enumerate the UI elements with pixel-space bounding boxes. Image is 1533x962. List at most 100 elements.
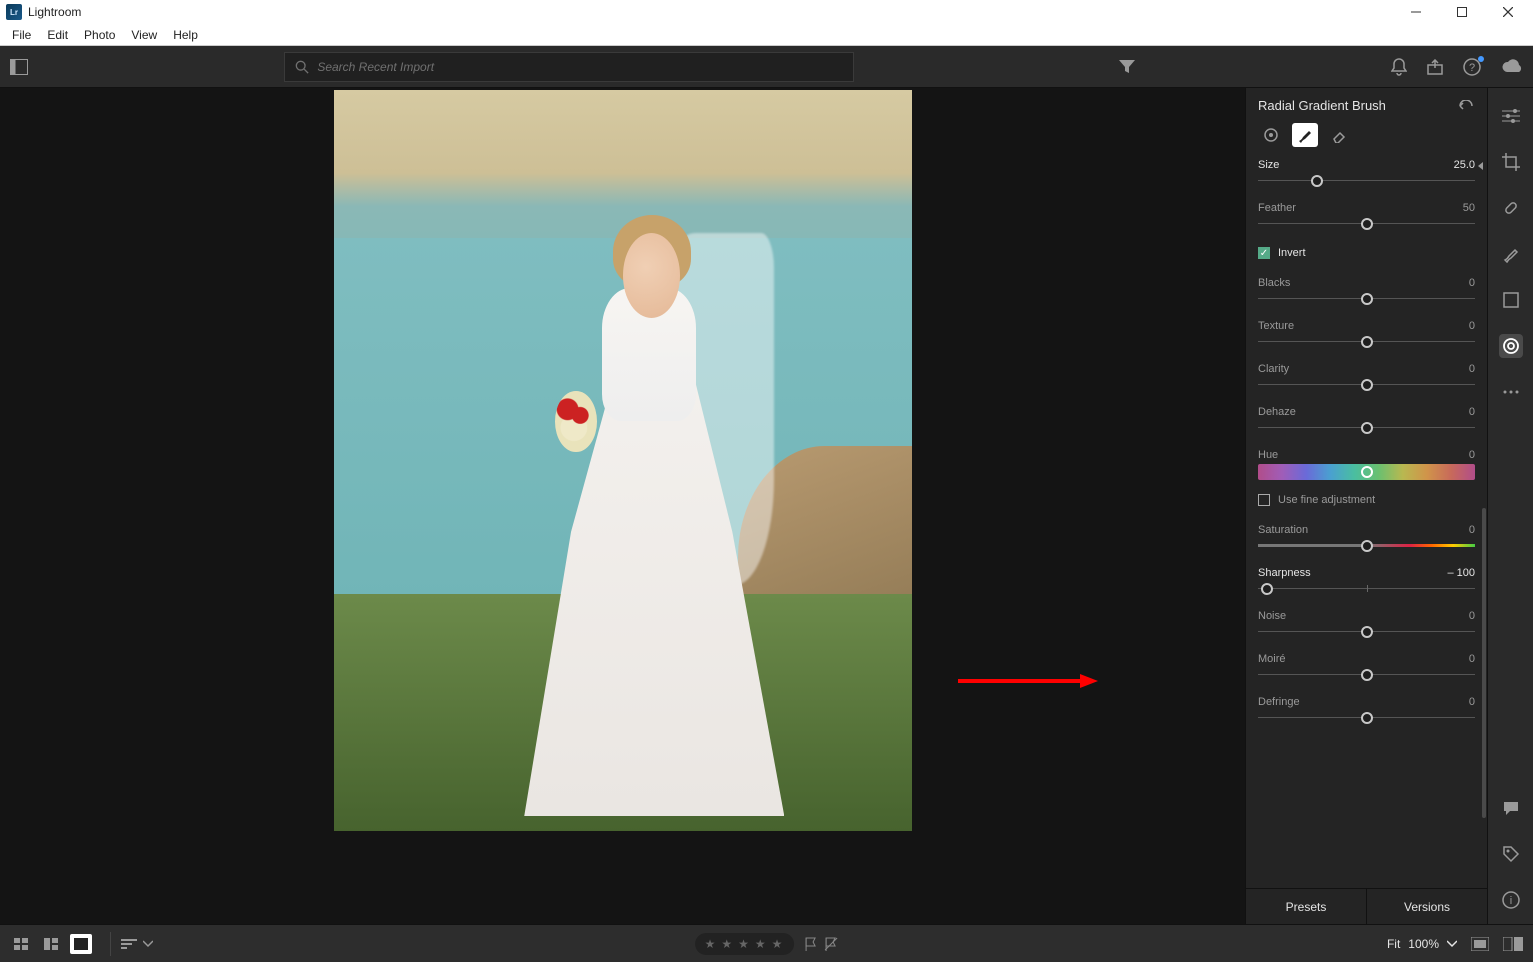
heal-icon[interactable] [1499,196,1523,220]
defringe-value: 0 [1469,696,1475,708]
star-icon[interactable]: ★ [738,937,751,951]
brush-tab-new[interactable] [1258,123,1284,147]
dehaze-value: 0 [1469,406,1475,418]
noise-label: Noise [1258,610,1286,622]
star-rating[interactable]: ★ ★ ★ ★ ★ [695,933,795,955]
cloud-icon[interactable] [1501,59,1523,75]
linear-gradient-icon[interactable] [1499,288,1523,312]
compare-view-icon[interactable] [40,934,62,954]
slider-list: Size25.0 Feather 50 ✓ Invert Blacks 0 Text… [1246,157,1487,888]
zoom-fit[interactable]: Fit [1387,937,1400,951]
slider-hue[interactable]: Hue0 [1258,449,1475,478]
feather-value: 50 [1463,202,1475,214]
invert-label: Invert [1278,247,1306,259]
title-bar: Lr Lightroom [0,0,1533,24]
search-field[interactable]: Search Recent Import [284,52,854,82]
feather-label: Feather [1258,202,1296,214]
brush-tab-brush[interactable] [1292,123,1318,147]
window-title: Lightroom [28,5,81,19]
flag-pick-icon[interactable] [804,937,818,951]
brush-icon[interactable] [1499,242,1523,266]
invert-checkbox[interactable]: ✓ Invert [1258,245,1475,263]
star-icon[interactable]: ★ [772,937,785,951]
search-icon [295,60,309,74]
tag-icon[interactable] [1499,842,1523,866]
reset-icon[interactable] [1457,100,1475,112]
window-close-button[interactable] [1485,0,1531,24]
brush-tab-erase[interactable] [1326,123,1352,147]
saturation-value: 0 [1469,524,1475,536]
svg-text:?: ? [1469,62,1475,74]
slider-saturation[interactable]: Saturation 0 [1258,524,1475,553]
moire-value: 0 [1469,653,1475,665]
main-area: Radial Gradient Brush Size25.0 Feather [0,88,1533,924]
help-icon[interactable]: ? [1463,58,1481,76]
menu-file[interactable]: File [4,26,39,44]
flag-reject-icon[interactable] [824,937,838,951]
sharpness-value: – 100 [1447,567,1475,579]
panel-toggle-icon[interactable] [10,59,28,75]
radial-gradient-icon[interactable] [1499,334,1523,358]
single-view-icon[interactable] [70,934,92,954]
scrollbar[interactable] [1482,508,1486,818]
clarity-value: 0 [1469,363,1475,375]
size-value: 25.0 [1454,159,1475,171]
slider-clarity[interactable]: Clarity 0 [1258,363,1475,392]
star-icon[interactable]: ★ [755,937,768,951]
saturation-label: Saturation [1258,524,1308,536]
info-icon[interactable]: i [1499,888,1523,912]
texture-value: 0 [1469,320,1475,332]
window-maximize-button[interactable] [1439,0,1485,24]
notifications-icon[interactable] [1391,58,1407,76]
crop-icon[interactable] [1499,150,1523,174]
slider-noise[interactable]: Noise0 [1258,610,1475,639]
star-icon[interactable]: ★ [705,937,718,951]
before-after-icon[interactable] [1503,937,1523,951]
chevron-down-icon[interactable] [1447,940,1457,948]
blacks-value: 0 [1469,277,1475,289]
presets-button[interactable]: Presets [1246,889,1367,924]
adjustments-panel: Radial Gradient Brush Size25.0 Feather [1245,88,1487,924]
menu-bar: File Edit Photo View Help [0,24,1533,46]
collapse-icon[interactable] [1478,162,1483,170]
more-icon[interactable] [1499,380,1523,404]
slider-feather[interactable]: Feather 50 [1258,202,1475,231]
chevron-down-icon[interactable] [143,940,153,948]
filter-icon[interactable] [1119,60,1135,74]
panel-footer: Presets Versions [1246,888,1487,924]
fine-adjustment-label: Use fine adjustment [1278,494,1375,506]
image-canvas[interactable] [0,88,1245,924]
filmstrip-icon[interactable] [1471,937,1489,951]
defringe-label: Defringe [1258,696,1300,708]
search-placeholder: Search Recent Import [317,60,434,74]
share-icon[interactable] [1427,59,1443,75]
sort-icon[interactable] [121,938,137,950]
star-icon[interactable]: ★ [721,937,734,951]
fine-adjustment-checkbox[interactable]: Use fine adjustment [1258,492,1475,510]
versions-button[interactable]: Versions [1367,889,1487,924]
tool-rail: i [1487,88,1533,924]
texture-label: Texture [1258,320,1294,332]
menu-edit[interactable]: Edit [39,26,76,44]
menu-photo[interactable]: Photo [76,26,123,44]
dehaze-label: Dehaze [1258,406,1296,418]
slider-defringe[interactable]: Defringe 0 [1258,696,1475,725]
edit-sliders-icon[interactable] [1499,104,1523,128]
grid-view-icon[interactable] [10,934,32,954]
menu-view[interactable]: View [123,26,165,44]
slider-blacks[interactable]: Blacks 0 [1258,277,1475,306]
bottom-bar: ★ ★ ★ ★ ★ Fit 100% [0,924,1533,962]
blacks-label: Blacks [1258,277,1290,289]
slider-moire[interactable]: Moiré0 [1258,653,1475,682]
zoom-control[interactable]: Fit 100% [1387,937,1457,951]
brush-mode-tabs [1246,121,1487,157]
slider-sharpness[interactable]: Sharpness– 100 [1258,567,1475,596]
slider-size[interactable]: Size25.0 [1258,159,1475,188]
clarity-label: Clarity [1258,363,1289,375]
comments-icon[interactable] [1499,796,1523,820]
menu-help[interactable]: Help [165,26,206,44]
window-minimize-button[interactable] [1393,0,1439,24]
divider [110,932,111,956]
slider-texture[interactable]: Texture 0 [1258,320,1475,349]
slider-dehaze[interactable]: Dehaze 0 [1258,406,1475,435]
